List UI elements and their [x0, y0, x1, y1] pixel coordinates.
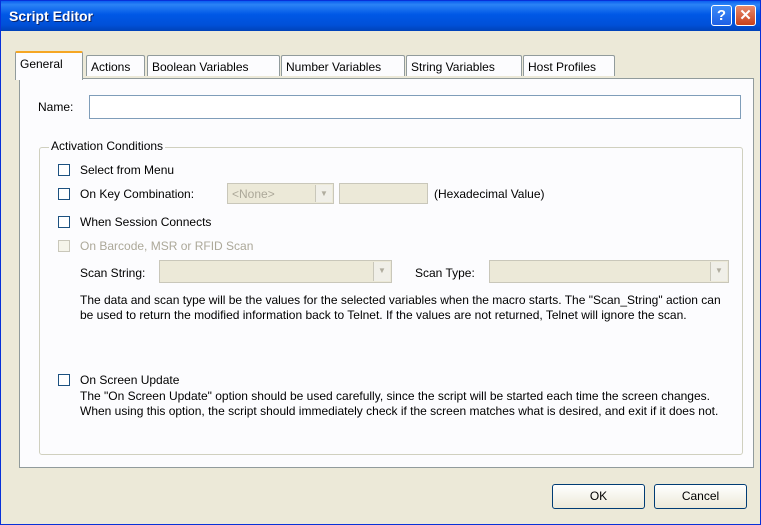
scan-type-label: Scan Type: [415, 266, 475, 280]
scan-string-label: Scan String: [80, 266, 146, 280]
hexadecimal-value-label: (Hexadecimal Value) [434, 187, 545, 201]
ok-button[interactable]: OK [552, 484, 645, 509]
tab-general[interactable]: General [15, 51, 83, 80]
scan-string-select[interactable]: ▼ [159, 260, 392, 283]
scan-type-select[interactable]: ▼ [489, 260, 729, 283]
name-label: Name: [38, 100, 74, 114]
name-input[interactable] [89, 95, 741, 119]
help-icon[interactable]: ? [711, 5, 732, 26]
screen-update-checkbox[interactable] [58, 374, 70, 386]
scan-description: The data and scan type will be the value… [80, 293, 721, 322]
key-combination-value: <None> [232, 187, 275, 201]
chevron-down-icon: ▼ [315, 185, 332, 202]
select-from-menu-label: Select from Menu [80, 163, 175, 177]
window-title: Script Editor [9, 8, 94, 24]
session-connects-checkbox[interactable] [58, 216, 70, 228]
cancel-button[interactable]: Cancel [654, 484, 747, 509]
script-editor-window: Script Editor ? ✕ General Actions Boolea… [0, 0, 761, 525]
key-combination-select[interactable]: <None> ▼ [227, 183, 334, 204]
activation-conditions-label: Activation Conditions [49, 139, 166, 153]
close-icon[interactable]: ✕ [735, 5, 756, 26]
tab-string-variables[interactable]: String Variables [406, 55, 522, 76]
tab-number-variables[interactable]: Number Variables [281, 55, 405, 76]
key-combination-checkbox[interactable] [58, 188, 70, 200]
select-from-menu-checkbox[interactable] [58, 164, 70, 176]
title-bar[interactable]: Script Editor ? ✕ [1, 1, 760, 31]
chevron-down-icon: ▼ [373, 262, 390, 281]
key-combination-label: On Key Combination: [80, 187, 195, 201]
tab-boolean-variables[interactable]: Boolean Variables [147, 55, 280, 76]
barcode-scan-checkbox[interactable] [58, 240, 70, 252]
hexadecimal-value-input[interactable] [339, 183, 428, 204]
session-connects-label: When Session Connects [80, 215, 212, 229]
screen-update-description: The "On Screen Update" option should be … [80, 389, 719, 418]
tab-host-profiles[interactable]: Host Profiles [523, 55, 615, 76]
barcode-scan-label: On Barcode, MSR or RFID Scan [80, 239, 254, 253]
tab-actions[interactable]: Actions [86, 55, 145, 76]
screen-update-label: On Screen Update [80, 373, 180, 387]
chevron-down-icon: ▼ [710, 262, 727, 281]
